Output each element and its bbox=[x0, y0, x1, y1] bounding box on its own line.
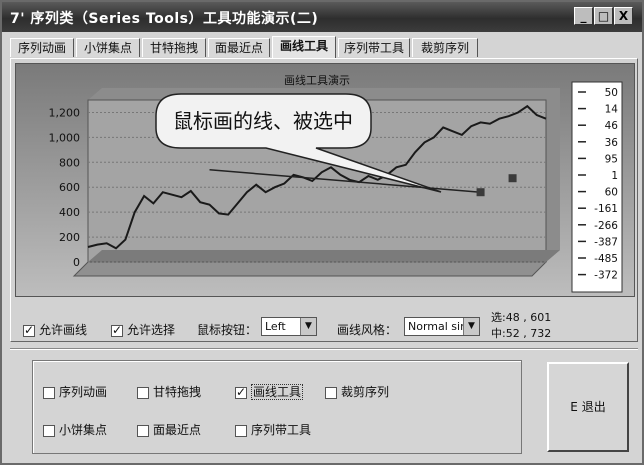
checkbox-label: 画线工具 bbox=[251, 384, 304, 400]
drawn-line-handle bbox=[508, 174, 517, 183]
checkbox-label: 序列带工具 bbox=[251, 423, 312, 437]
checkbox-icon[interactable] bbox=[43, 386, 55, 399]
drawn-line-handle bbox=[476, 188, 485, 197]
plot-base bbox=[72, 261, 548, 277]
chart-title: 画线工具演示 bbox=[284, 73, 350, 87]
line-style-select[interactable]: Normal sin ▼ bbox=[404, 317, 480, 336]
checkbox-icon[interactable] bbox=[235, 424, 247, 437]
mouse-button-value: Left bbox=[265, 320, 286, 333]
chevron-down-icon[interactable]: ▼ bbox=[300, 318, 316, 335]
tab-panel-draw-line: 画线工具演示 1,200 1,000 800 600 400 200 0 鼠标画的线、被选中 50… bbox=[10, 58, 638, 342]
tool-options-group: 序列动画 甘特拖拽 画线工具 裁剪序列 小饼集点 面最近点 序列带工具 bbox=[32, 360, 522, 454]
legend-value: -387 bbox=[594, 236, 618, 248]
group-check-nearest-point[interactable]: 面最近点 bbox=[137, 421, 201, 438]
group-check-draw-line[interactable]: 画线工具 bbox=[235, 383, 304, 400]
readout-mid: 中:52 , 732 bbox=[491, 327, 552, 340]
y-tick-label: 200 bbox=[59, 231, 80, 244]
readout-start: 选:48 , 601 bbox=[491, 311, 552, 324]
y-tick-label: 600 bbox=[59, 181, 80, 194]
maximize-button[interactable]: □ bbox=[594, 7, 613, 25]
tab-clip-series[interactable]: 裁剪序列 bbox=[412, 38, 478, 57]
y-tick-label: 1,000 bbox=[49, 131, 81, 144]
y-tick-label: 1,200 bbox=[49, 106, 81, 119]
line-chart[interactable]: 画线工具演示 1,200 1,000 800 600 400 200 0 鼠标画的线、被选中 50… bbox=[16, 64, 634, 296]
y-tick-label: 800 bbox=[59, 156, 80, 169]
tab-draw-line[interactable]: 画线工具 bbox=[272, 36, 336, 58]
mouse-button-label: 鼠标按钮： bbox=[197, 323, 258, 337]
allow-select-checkbox[interactable]: 允许选择 bbox=[111, 321, 175, 338]
window-title: 7' 序列类（Series Tools）工具功能演示(二) bbox=[10, 8, 318, 28]
plot-floor bbox=[88, 250, 560, 262]
checkbox-label: 裁剪序列 bbox=[341, 385, 390, 399]
annotation-text: 鼠标画的线、被选中 bbox=[173, 109, 353, 133]
checkbox-icon[interactable] bbox=[325, 386, 337, 399]
minimize-button[interactable]: _ bbox=[574, 7, 593, 25]
allow-draw-check-icon[interactable] bbox=[23, 323, 35, 337]
mouse-button-select[interactable]: Left ▼ bbox=[261, 317, 317, 336]
legend-value: 60 bbox=[605, 187, 618, 199]
app-icon: 7' bbox=[10, 11, 26, 27]
window-title-text: 序列类（Series Tools）工具功能演示(二) bbox=[30, 11, 319, 27]
legend-value: 1 bbox=[611, 170, 618, 182]
allow-select-label: 允许选择 bbox=[127, 323, 176, 337]
group-check-small-pie[interactable]: 小饼集点 bbox=[43, 421, 107, 438]
chevron-down-icon[interactable]: ▼ bbox=[463, 318, 479, 335]
group-check-clip-series[interactable]: 裁剪序列 bbox=[325, 383, 389, 400]
checkbox-label: 序列动画 bbox=[59, 385, 108, 399]
tab-nearest-point[interactable]: 面最近点 bbox=[208, 38, 270, 57]
main-window: 7' 序列类（Series Tools）工具功能演示(二) _ □ X 序列动画… bbox=[0, 0, 644, 465]
legend-value: 14 bbox=[605, 104, 619, 116]
checkbox-icon[interactable] bbox=[43, 424, 55, 437]
allow-draw-label: 允许画线 bbox=[39, 323, 88, 337]
tab-gantt-drag[interactable]: 甘特拖拽 bbox=[142, 38, 206, 57]
checkbox-icon[interactable] bbox=[137, 386, 149, 399]
legend-value: -161 bbox=[594, 203, 618, 215]
close-button[interactable]: X bbox=[614, 7, 633, 25]
divider bbox=[10, 348, 638, 350]
legend-value: 46 bbox=[605, 120, 619, 132]
exit-button[interactable]: E 退出 bbox=[547, 362, 629, 452]
title-bar[interactable]: 7' 序列类（Series Tools）工具功能演示(二) _ □ X bbox=[2, 2, 642, 32]
legend-value: 36 bbox=[605, 137, 619, 149]
line-style-label: 画线风格： bbox=[337, 323, 398, 337]
line-style-value: Normal sin bbox=[408, 320, 468, 333]
checkbox-icon[interactable] bbox=[235, 385, 247, 399]
legend-value: -266 bbox=[594, 220, 618, 232]
group-check-series-animation[interactable]: 序列动画 bbox=[43, 383, 107, 400]
y-tick-label: 400 bbox=[59, 206, 80, 219]
tab-series-band[interactable]: 序列带工具 bbox=[338, 38, 410, 57]
legend-value: 50 bbox=[605, 87, 618, 99]
checkbox-label: 甘特拖拽 bbox=[153, 385, 202, 399]
legend-value: -485 bbox=[594, 253, 618, 265]
checkbox-label: 小饼集点 bbox=[59, 423, 108, 437]
chart-area[interactable]: 画线工具演示 1,200 1,000 800 600 400 200 0 鼠标画的线、被选中 50… bbox=[15, 63, 635, 297]
legend-value: 95 bbox=[605, 153, 618, 165]
tab-series-animation[interactable]: 序列动画 bbox=[10, 38, 74, 57]
checkbox-label: 面最近点 bbox=[153, 423, 202, 437]
allow-draw-checkbox[interactable]: 允许画线 bbox=[23, 321, 87, 338]
y-tick-label: 0 bbox=[73, 256, 80, 269]
legend-value: -372 bbox=[594, 270, 618, 282]
group-check-series-band[interactable]: 序列带工具 bbox=[235, 421, 311, 438]
group-check-gantt-drag[interactable]: 甘特拖拽 bbox=[137, 383, 201, 400]
allow-select-check-icon[interactable] bbox=[111, 323, 123, 337]
checkbox-icon[interactable] bbox=[137, 424, 149, 437]
tab-small-pie[interactable]: 小饼集点 bbox=[76, 38, 140, 57]
